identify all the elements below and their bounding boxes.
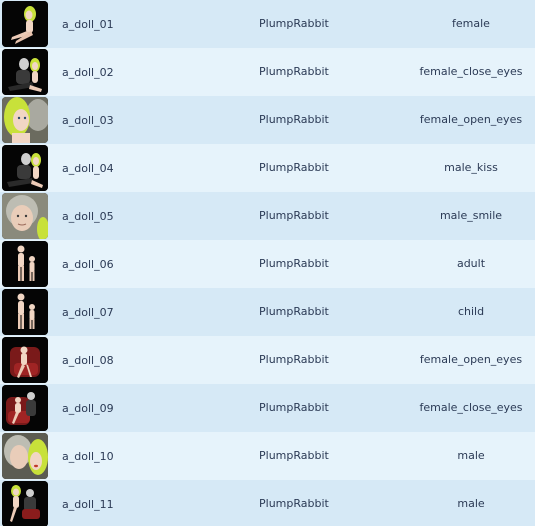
thumbnail[interactable] — [2, 1, 48, 47]
doll-tag: male_smile — [439, 209, 503, 222]
list-item[interactable]: a_doll_04 PlumpRabbit male_kiss — [0, 144, 535, 192]
doll-tag: male — [457, 449, 485, 462]
list-item[interactable]: a_doll_03 PlumpRabbit female_open_eyes — [0, 96, 535, 144]
doll-name: a_doll_10 — [62, 450, 114, 463]
thumbnail[interactable] — [2, 193, 48, 239]
thumbnail[interactable] — [2, 337, 48, 383]
figures-embrace-icon — [2, 49, 48, 95]
doll-name: a_doll_08 — [62, 354, 114, 367]
doll-name: a_doll_04 — [62, 162, 114, 175]
doll-name: a_doll_01 — [62, 18, 114, 31]
doll-list: a_doll_01 PlumpRabbit female a_doll_02 P… — [0, 0, 535, 526]
doll-tag: male — [457, 497, 485, 510]
doll-tag: female_close_eyes — [419, 401, 523, 414]
face-closeup-icon — [2, 193, 48, 239]
figure-sitting-icon — [2, 1, 48, 47]
doll-author: PlumpRabbit — [259, 113, 329, 126]
doll-name: a_doll_09 — [62, 402, 114, 415]
thumbnail[interactable] — [2, 481, 48, 526]
thumbnail[interactable] — [2, 433, 48, 479]
figure-chair-icon — [2, 385, 48, 431]
figures-standing-icon — [2, 241, 48, 287]
doll-tag: female_close_eyes — [419, 65, 523, 78]
doll-author: PlumpRabbit — [259, 65, 329, 78]
face-closeup-icon — [2, 97, 48, 143]
doll-author: PlumpRabbit — [259, 161, 329, 174]
doll-name: a_doll_07 — [62, 306, 114, 319]
thumbnail[interactable] — [2, 49, 48, 95]
doll-author: PlumpRabbit — [259, 17, 329, 30]
thumbnail[interactable] — [2, 145, 48, 191]
doll-tag: male_kiss — [444, 161, 498, 174]
doll-tag: female_open_eyes — [419, 353, 523, 366]
list-item[interactable]: a_doll_10 PlumpRabbit male — [0, 432, 535, 480]
list-item[interactable]: a_doll_11 PlumpRabbit male — [0, 480, 535, 526]
list-item[interactable]: a_doll_09 PlumpRabbit female_close_eyes — [0, 384, 535, 432]
doll-name: a_doll_02 — [62, 66, 114, 79]
doll-author: PlumpRabbit — [259, 257, 329, 270]
thumbnail[interactable] — [2, 289, 48, 335]
doll-author: PlumpRabbit — [259, 401, 329, 414]
list-item[interactable]: a_doll_05 PlumpRabbit male_smile — [0, 192, 535, 240]
doll-name: a_doll_03 — [62, 114, 114, 127]
doll-author: PlumpRabbit — [259, 497, 329, 510]
figures-embrace-icon — [2, 481, 48, 526]
doll-name: a_doll_11 — [62, 498, 114, 511]
list-item[interactable]: a_doll_08 PlumpRabbit female_open_eyes — [0, 336, 535, 384]
doll-author: PlumpRabbit — [259, 449, 329, 462]
doll-author: PlumpRabbit — [259, 305, 329, 318]
list-item[interactable]: a_doll_01 PlumpRabbit female — [0, 0, 535, 48]
thumbnail[interactable] — [2, 385, 48, 431]
list-item[interactable]: a_doll_06 PlumpRabbit adult — [0, 240, 535, 288]
doll-author: PlumpRabbit — [259, 209, 329, 222]
face-closeup-icon — [2, 433, 48, 479]
doll-tag: female_open_eyes — [419, 113, 523, 126]
doll-author: PlumpRabbit — [259, 353, 329, 366]
doll-tag: adult — [456, 257, 486, 270]
thumbnail[interactable] — [2, 97, 48, 143]
doll-name: a_doll_05 — [62, 210, 114, 223]
list-item[interactable]: a_doll_02 PlumpRabbit female_close_eyes — [0, 48, 535, 96]
figures-standing-icon — [2, 289, 48, 335]
doll-tag: female — [452, 17, 490, 30]
figures-embrace-icon — [2, 145, 48, 191]
thumbnail[interactable] — [2, 241, 48, 287]
list-item[interactable]: a_doll_07 PlumpRabbit child — [0, 288, 535, 336]
doll-name: a_doll_06 — [62, 258, 114, 271]
doll-tag: child — [457, 305, 485, 318]
figure-chair-icon — [2, 337, 48, 383]
